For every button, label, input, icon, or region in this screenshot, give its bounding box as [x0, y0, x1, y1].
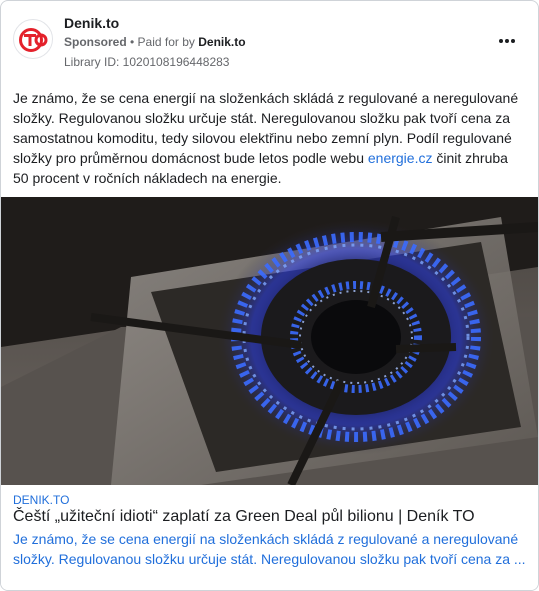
post-body-text: Je známo, že se cena energií na složenká… [13, 88, 525, 188]
link-title[interactable]: Čeští „užiteční idioti“ zaplatí za Green… [13, 508, 475, 526]
post-image-gas-burner[interactable] [1, 197, 538, 485]
link-preview[interactable]: DENIK.TO Čeští „užiteční idioti“ zaplatí… [1, 485, 538, 590]
page-avatar[interactable] [13, 19, 53, 59]
sponsored-post-card: Denik.to Sponsored • Paid for by Denik.t… [0, 0, 539, 591]
gas-burner-illustration [1, 197, 538, 485]
paid-for-name: Denik.to [198, 35, 246, 49]
body-link[interactable]: energie.cz [368, 150, 433, 166]
page-name[interactable]: Denik.to [64, 15, 119, 31]
sponsored-label: Sponsored [64, 35, 127, 49]
paid-for-prefix: Paid for by [137, 35, 199, 49]
library-id: Library ID: 1020108196448283 [64, 55, 230, 69]
link-domain[interactable]: DENIK.TO [13, 493, 69, 507]
more-horizontal-icon [499, 39, 503, 43]
more-options-button[interactable] [493, 29, 521, 53]
denik-to-logo-icon [19, 28, 48, 52]
sponsor-line: Sponsored • Paid for by Denik.to [64, 35, 246, 49]
link-description[interactable]: Je známo, že se cena energií na složenká… [13, 529, 528, 569]
post-header: Denik.to Sponsored • Paid for by Denik.t… [1, 1, 538, 79]
separator-dot: • [126, 35, 138, 49]
